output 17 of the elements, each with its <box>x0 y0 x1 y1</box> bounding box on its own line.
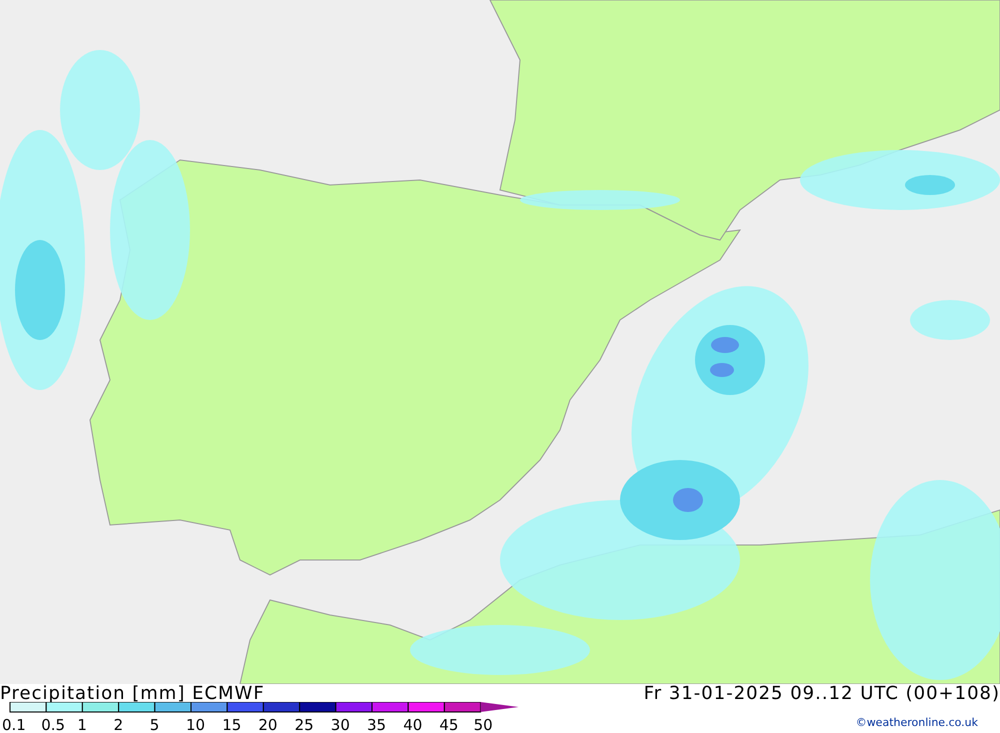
valid-time: Fr 31-01-2025 09..12 UTC (00+108) <box>644 684 1000 704</box>
legend-label: 20 <box>258 716 278 732</box>
legend-label: 1 <box>77 716 87 732</box>
legend-label: 5 <box>150 716 160 732</box>
legend-label: 0.1 <box>2 716 26 732</box>
legend-label: 45 <box>439 716 458 732</box>
legend-label: 25 <box>294 716 314 732</box>
legend-label: 15 <box>222 716 242 732</box>
legend-label: 2 <box>114 716 124 732</box>
legend-label: 40 <box>403 716 422 732</box>
copyright-link[interactable]: ©weatheronline.co.uk <box>856 714 978 731</box>
legend-label: 50 <box>474 716 493 732</box>
legend-label: 30 <box>330 716 350 732</box>
legend-label: 35 <box>367 716 386 732</box>
map-title: Precipitation [mm] ECMWF <box>0 684 265 704</box>
legend-label: 0.5 <box>41 716 66 732</box>
legend-label: 10 <box>186 716 206 732</box>
